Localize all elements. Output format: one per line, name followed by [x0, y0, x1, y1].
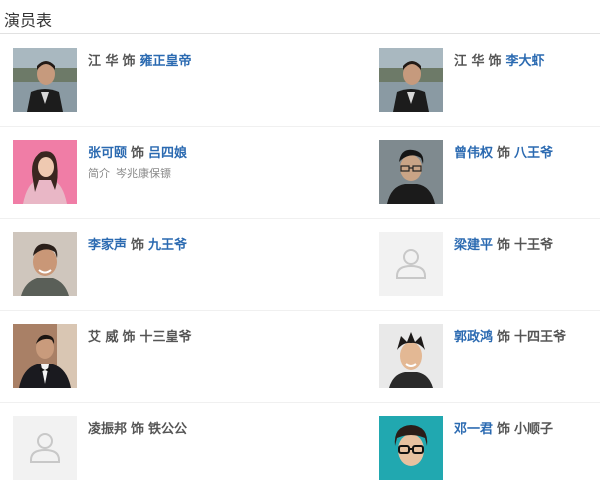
actor-photo[interactable] [379, 416, 443, 480]
as-word: 饰 [122, 54, 136, 69]
description-text: 岑兆康保镖 [116, 167, 171, 180]
cast-info: 江 华饰李大虾 [454, 50, 545, 69]
cast-card: 曾伟权饰八王爷 [367, 126, 600, 218]
cast-card: 江 华饰李大虾 [367, 34, 600, 126]
cast-card: 江 华饰雍正皇帝 [0, 34, 290, 126]
as-word: 饰 [497, 330, 511, 345]
role-link[interactable]: 李大虾 [506, 54, 545, 69]
actor-name-link[interactable]: 梁建平 [454, 238, 493, 253]
actor-photo[interactable] [13, 48, 77, 112]
as-word: 饰 [131, 422, 145, 437]
role-name: 铁公公 [148, 422, 188, 437]
role-name: 十三皇爷 [139, 330, 192, 345]
role-name: 十王爷 [514, 238, 554, 253]
as-word: 饰 [488, 54, 502, 69]
cast-info: 张可颐饰吕四娘 [88, 142, 187, 161]
actor-name: 江 华 [88, 54, 119, 69]
cast-card: 艾 威饰十三皇爷 [0, 310, 290, 402]
actor-name: 江 华 [454, 54, 485, 69]
actor-photo[interactable] [379, 48, 443, 112]
cast-card: 梁建平饰十王爷 [367, 218, 600, 310]
role-name: 小顺子 [514, 422, 554, 437]
role-link[interactable]: 八王爷 [514, 146, 553, 161]
role-name: 十四王爷 [514, 330, 567, 345]
cast-info: 凌振邦饰铁公公 [88, 418, 187, 437]
placeholder-avatar-icon[interactable] [13, 416, 77, 480]
cast-card: 邓一君饰小顺子 [367, 402, 600, 494]
description-label: 简介 [88, 167, 110, 180]
role-link[interactable]: 吕四娘 [148, 146, 187, 161]
as-word: 饰 [131, 238, 145, 253]
actor-photo[interactable] [379, 324, 443, 388]
role-link[interactable]: 九王爷 [148, 238, 187, 253]
cast-info: 江 华饰雍正皇帝 [88, 50, 192, 69]
as-word: 饰 [131, 146, 145, 161]
cast-card: 张可颐饰吕四娘 简介 岑兆康保镖 [0, 126, 290, 218]
cast-info: 邓一君饰小顺子 [454, 418, 553, 437]
actor-photo[interactable] [379, 140, 443, 204]
actor-name-link[interactable]: 李家声 [88, 238, 127, 253]
actor-name: 凌振邦 [88, 422, 128, 437]
cast-info: 李家声饰九王爷 [88, 234, 187, 253]
as-word: 饰 [497, 422, 511, 437]
cast-info: 艾 威饰十三皇爷 [88, 326, 192, 345]
actor-name-link[interactable]: 张可颐 [88, 146, 127, 161]
actor-name-link[interactable]: 邓一君 [454, 422, 493, 437]
actor-name-link[interactable]: 曾伟权 [454, 146, 493, 161]
actor-photo[interactable] [13, 232, 77, 296]
actor-name: 艾 威 [88, 330, 119, 345]
cast-info: 梁建平饰十王爷 [454, 234, 553, 253]
actor-photo[interactable] [13, 140, 77, 204]
cast-card: 凌振邦饰铁公公 [0, 402, 290, 494]
actor-name-link[interactable]: 郭政鸿 [454, 330, 493, 345]
cast-info: 郭政鸿饰十四王爷 [454, 326, 566, 345]
cast-description: 简介 岑兆康保镖 [88, 165, 171, 181]
cast-card: 郭政鸿饰十四王爷 [367, 310, 600, 402]
placeholder-avatar-icon[interactable] [379, 232, 443, 296]
cast-list-header: 演员表 [0, 0, 600, 34]
as-word: 饰 [497, 146, 511, 161]
cast-card: 李家声饰九王爷 [0, 218, 290, 310]
as-word: 饰 [122, 330, 136, 345]
actor-photo[interactable] [13, 324, 77, 388]
page-title: 演员表 [4, 11, 53, 30]
role-link[interactable]: 雍正皇帝 [140, 54, 192, 69]
as-word: 饰 [497, 238, 511, 253]
cast-info: 曾伟权饰八王爷 [454, 142, 553, 161]
